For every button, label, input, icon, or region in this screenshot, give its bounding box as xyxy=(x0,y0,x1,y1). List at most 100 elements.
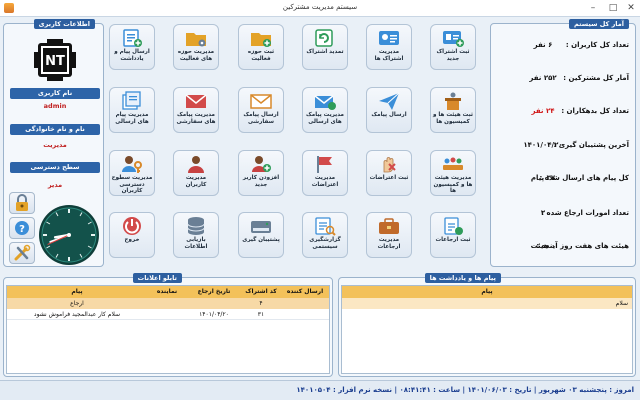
power-icon xyxy=(123,217,141,235)
svg-text:?: ? xyxy=(19,224,25,235)
tile-button[interactable]: مدیریت حوزه های فعالیت xyxy=(173,24,219,70)
help-button[interactable]: ? xyxy=(9,217,35,239)
stat-label: تعداد کل کاربران : xyxy=(565,41,629,49)
column-header[interactable]: کد اشتراک xyxy=(241,288,281,295)
title-bar: سیستم مدیریت مشترکین – □ ✕ xyxy=(0,0,640,17)
backup-drive-icon xyxy=(251,221,271,233)
fullname-label: نام و نام خانوادگی xyxy=(10,124,100,135)
tools-button[interactable] xyxy=(9,242,35,264)
cell-code: ۳۱ xyxy=(257,311,265,318)
tile-button[interactable]: ثبت هیئت ها و کمیسیون ها xyxy=(430,87,476,133)
tile-label: گزارشگیری سیستمی xyxy=(309,237,341,250)
report-search-icon xyxy=(315,217,336,236)
tile-button[interactable]: ارسال پیام و یادداشت xyxy=(109,24,155,70)
tile-button[interactable]: ارسال پیامک سفارشی xyxy=(238,87,284,133)
tile-label: ارسال پیامک سفارشی xyxy=(243,112,279,125)
stat-value: ۶ نفر xyxy=(533,41,553,49)
tile-button[interactable]: ارسال پیامک xyxy=(366,87,412,133)
tile-button[interactable]: پشتیبان گیری xyxy=(238,212,284,258)
envelope-icon xyxy=(250,94,272,109)
tile-label: ثبت اعتراضات xyxy=(369,175,409,181)
column-header[interactable]: ارسال کننده xyxy=(283,288,327,295)
tile-button[interactable]: ثبت اشتراک جدید xyxy=(430,24,476,70)
tile-button[interactable]: ثبت اعتراضات xyxy=(366,150,412,196)
notes-panel: پیام ها و یادداشت ها پیام سلام xyxy=(338,273,636,377)
notes-table[interactable]: پیام سلام xyxy=(341,285,633,374)
id-card-renew-icon xyxy=(315,29,333,47)
stat-row: تعداد امورات ارجاع شده :۲ xyxy=(497,209,629,223)
maximize-button[interactable]: □ xyxy=(604,1,622,15)
stat-row: آمار کل مشترکین : ۲۵۲ نفر xyxy=(497,74,629,88)
meeting-icon xyxy=(443,157,463,170)
hand-stop-icon xyxy=(383,157,396,173)
tile-button[interactable]: مدیریت کاربران xyxy=(173,150,219,196)
tile-button[interactable]: مدیریت پیامک های سفارشی xyxy=(173,87,219,133)
lock-button[interactable] xyxy=(9,192,35,214)
table-row[interactable]: ۳۱ ۱۴۰۱/۰۴/۲۰ سلام کار عبدالمجید فراموش … xyxy=(7,309,329,320)
tile-button[interactable]: مدیریت اعتراضات xyxy=(302,150,348,196)
tile-label: مدیریت کاربران xyxy=(185,175,207,188)
tile-label: ثبت هیئت ها و کمیسیون ها xyxy=(433,112,473,125)
group-row[interactable]: ۴ ارجاع xyxy=(7,298,329,309)
folder-settings-icon xyxy=(186,33,206,47)
access-level-value: مدیر xyxy=(47,181,63,189)
paper-plane-icon xyxy=(379,92,400,110)
tile-button[interactable]: تمدید اشتراک xyxy=(302,24,348,70)
envelope-settings-icon xyxy=(185,94,207,108)
logo-text: NT xyxy=(45,54,65,69)
stats-panel-title: آمار کل سیستم xyxy=(569,19,629,29)
access-level-label: سطح دسترسی xyxy=(10,162,100,173)
close-button[interactable]: ✕ xyxy=(622,1,640,15)
tile-label: مدیریت پیامک های ارسالی xyxy=(306,112,344,125)
help-icon: ? xyxy=(15,221,29,235)
stat-row: تعداد کل کاربران : ۶ نفر xyxy=(497,41,629,55)
status-text: امروز : پنجشنبه ۰۳ شهریور | تاریخ : ۱۴۰۱… xyxy=(296,386,634,394)
tile-button[interactable]: بازیابی اطلاعات xyxy=(173,212,219,258)
tile-button[interactable]: ثبت ارجاعات xyxy=(430,212,476,258)
stat-row: تعداد کل بدهکاران :۲۴ نفر xyxy=(497,107,629,121)
minimize-button[interactable]: – xyxy=(584,1,602,15)
status-bar: امروز : پنجشنبه ۰۳ شهریور | تاریخ : ۱۴۰۱… xyxy=(0,380,640,400)
envelope-list-icon xyxy=(314,95,336,110)
stat-row: هیئت های هفت روز آینده :۰ هیئت xyxy=(497,242,629,256)
id-card-list-icon xyxy=(379,31,399,45)
id-card-add-icon xyxy=(443,31,464,47)
username-value: admin xyxy=(43,102,67,110)
tile-button[interactable]: خروج xyxy=(109,212,155,258)
tile-label: مدیریت پیامک های سفارشی xyxy=(176,112,216,125)
analog-clock xyxy=(39,205,99,265)
column-header[interactable]: پیام xyxy=(9,288,145,295)
tile-label: مدیریت هیئت ها و کمیسیون ها xyxy=(433,175,473,195)
tools-icon xyxy=(14,244,31,261)
tile-label: مدیریت ارجاعات xyxy=(377,237,401,250)
tile-button[interactable]: مدیریت هیئت ها و کمیسیون ها xyxy=(430,150,476,196)
company-logo: NT xyxy=(34,39,76,81)
column-header[interactable]: پیام xyxy=(344,288,630,295)
tile-label: مدیریت پیام های ارسالی xyxy=(115,112,149,125)
table-row[interactable]: سلام xyxy=(342,298,632,309)
stat-value: ۱۴۰۱/۰۴/۲۰ xyxy=(523,141,563,149)
tile-button[interactable]: مدیریت ارجاعات xyxy=(366,212,412,258)
cell-note: سلام xyxy=(615,300,628,307)
tile-button[interactable]: گزارشگیری سیستمی xyxy=(302,212,348,258)
tile-button[interactable]: مدیریت سطوح دسترسی کاربران xyxy=(109,150,155,196)
tile-label: افزودن کاربر جدید xyxy=(242,175,280,188)
stat-value: ۲۴ نفر xyxy=(531,107,555,115)
user-panel: اطلاعات کاربری NT نام کاربری admin نام و… xyxy=(3,19,104,267)
tile-label: مدیریت اعتراضات xyxy=(311,175,339,188)
tile-button[interactable]: مدیریت پیامک های ارسالی xyxy=(302,87,348,133)
stat-value: ۰ هیئت xyxy=(530,242,556,250)
column-header[interactable]: تاریخ ارجاع xyxy=(189,288,239,295)
user-add-icon xyxy=(252,156,271,172)
column-header[interactable]: نماینده xyxy=(147,288,187,295)
tile-button[interactable]: مدیریت اشتراک ها xyxy=(366,24,412,70)
note-send-icon xyxy=(123,29,142,47)
user-key-icon xyxy=(122,156,142,173)
tile-button[interactable]: ثبت حوزه فعالیت xyxy=(238,24,284,70)
referrals-table[interactable]: ارسال کننده کد اشتراک تاریخ ارجاع نمایند… xyxy=(6,285,330,374)
tile-button[interactable]: افزودن کاربر جدید xyxy=(238,150,284,196)
lock-icon xyxy=(16,194,28,211)
group-code: ۴ xyxy=(259,300,263,307)
announcements-title: تابلو اعلانات xyxy=(132,273,182,283)
tile-button[interactable]: مدیریت پیام های ارسالی xyxy=(109,87,155,133)
